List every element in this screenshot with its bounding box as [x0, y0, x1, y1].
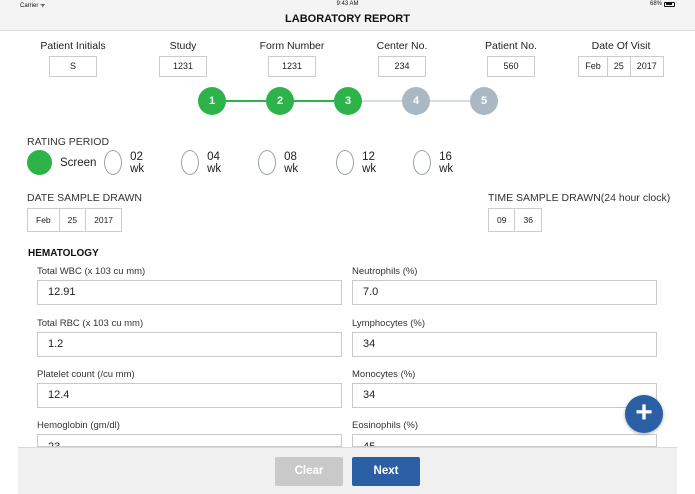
date-of-visit-picker[interactable]: Feb 25 2017 [578, 56, 664, 77]
total-rbc-input[interactable]: 1.2 [37, 332, 342, 357]
neutrophils-input[interactable]: 7.0 [352, 280, 657, 305]
rating-option-12wk[interactable]: 12 wk [336, 150, 383, 175]
step-connector-4 [430, 100, 470, 102]
date-of-visit-group: Date Of Visit Feb 25 2017 [566, 39, 676, 77]
rating-option-02wk[interactable]: 02 wk [104, 150, 151, 175]
study-field[interactable]: 1231 [159, 56, 207, 77]
platelet-count-input[interactable]: 12.4 [37, 383, 342, 408]
form-content: Patient Initials S Study 1231 Form Numbe… [18, 31, 677, 447]
plus-icon: + [635, 396, 653, 429]
rating-option-label: 16 wk [439, 150, 454, 175]
eosinophils-label: Eosinophils (%) [352, 420, 418, 431]
navigation-bar: LABORATORY REPORT [0, 10, 695, 31]
visit-day[interactable]: 25 [606, 57, 630, 76]
form-number-field[interactable]: 1231 [268, 56, 316, 77]
progress-stepper: 1 2 3 4 5 [198, 87, 498, 115]
visit-month[interactable]: Feb [579, 57, 607, 76]
patient-initials-label: Patient Initials [40, 40, 106, 52]
time-sample-label: TIME SAMPLE DRAWN(24 hour clock) [488, 192, 671, 204]
rating-option-label: Screen [60, 156, 97, 169]
status-bar: Carrier ᯤ 9:43 AM 68% [0, 0, 695, 10]
monocytes-input[interactable]: 34 [352, 383, 657, 408]
step-4[interactable]: 4 [402, 87, 430, 115]
date-sample-label: DATE SAMPLE DRAWN [27, 192, 142, 204]
radio-unselected-icon[interactable] [413, 150, 432, 175]
battery-icon [664, 1, 675, 7]
hemoglobin-label: Hemoglobin (gm/dl) [37, 420, 120, 431]
radio-unselected-icon[interactable] [336, 150, 355, 175]
total-rbc-label: Total RBC (x 103 cu mm) [37, 318, 144, 329]
sample-month[interactable]: Feb [28, 209, 59, 231]
form-number-label: Form Number [259, 40, 325, 52]
patient-no-label: Patient No. [485, 40, 537, 52]
next-button[interactable]: Next [352, 457, 420, 486]
platelet-count-label: Platelet count (/cu mm) [37, 369, 135, 380]
sample-hour[interactable]: 09 [489, 209, 514, 231]
study-label: Study [169, 40, 197, 52]
step-1[interactable]: 1 [198, 87, 226, 115]
eosinophils-input[interactable]: 45 [352, 434, 657, 447]
step-2[interactable]: 2 [266, 87, 294, 115]
rating-option-label: 12 wk [362, 150, 377, 175]
patient-initials-field[interactable]: S [49, 56, 97, 77]
clear-button[interactable]: Clear [275, 457, 343, 486]
center-no-field[interactable]: 234 [378, 56, 426, 77]
rating-option-08wk[interactable]: 08 wk [258, 150, 305, 175]
rating-period-label: RATING PERIOD [27, 136, 110, 148]
radio-selected-icon[interactable] [27, 150, 52, 175]
visit-year[interactable]: 2017 [629, 57, 663, 76]
time-sample-picker[interactable]: 09 36 [488, 208, 542, 232]
bottom-action-bar: Clear Next [18, 447, 677, 494]
monocytes-label: Monocytes (%) [352, 369, 416, 380]
clock: 9:43 AM [336, 1, 359, 7]
total-wbc-label: Total WBC (x 103 cu mm) [37, 266, 146, 277]
rating-option-16wk[interactable]: 16 wk [413, 150, 460, 175]
date-sample-picker[interactable]: Feb 25 2017 [27, 208, 123, 232]
lymphocytes-input[interactable]: 34 [352, 332, 657, 357]
step-connector-3 [362, 100, 402, 102]
rating-option-screen[interactable]: Screen [27, 150, 96, 175]
center-no-label: Center No. [376, 40, 428, 52]
battery-status: 68% [650, 1, 675, 7]
rating-option-label: 04 wk [207, 150, 222, 175]
page-title: LABORATORY REPORT [285, 13, 410, 25]
battery-percent: 68% [649, 1, 662, 7]
radio-unselected-icon[interactable] [181, 150, 200, 175]
sample-minute[interactable]: 36 [514, 209, 540, 231]
rating-option-label: 08 wk [284, 150, 299, 175]
neutrophils-label: Neutrophils (%) [352, 266, 418, 277]
rating-option-label: 02 wk [130, 150, 145, 175]
sample-day[interactable]: 25 [58, 209, 85, 231]
step-connector-1 [226, 100, 266, 102]
step-5[interactable]: 5 [470, 87, 498, 115]
patient-no-group: Patient No. 560 [456, 39, 566, 77]
date-of-visit-label: Date Of Visit [591, 40, 651, 52]
add-button[interactable]: + [625, 395, 663, 433]
step-3[interactable]: 3 [334, 87, 362, 115]
step-connector-2 [294, 100, 334, 102]
rating-option-04wk[interactable]: 04 wk [181, 150, 228, 175]
radio-unselected-icon[interactable] [104, 150, 123, 175]
hemoglobin-input[interactable]: 23 [37, 434, 342, 447]
study-group: Study 1231 [128, 39, 238, 77]
center-no-group: Center No. 234 [347, 39, 457, 77]
sample-year[interactable]: 2017 [85, 209, 121, 231]
visit-header: Patient Initials S Study 1231 Form Numbe… [18, 39, 677, 79]
total-wbc-input[interactable]: 12.91 [37, 280, 342, 305]
patient-no-field[interactable]: 560 [487, 56, 535, 77]
form-number-group: Form Number 1231 [237, 39, 347, 77]
hematology-title: HEMATOLOGY [28, 248, 99, 259]
lymphocytes-label: Lymphocytes (%) [352, 318, 426, 329]
radio-unselected-icon[interactable] [258, 150, 277, 175]
patient-initials-group: Patient Initials S [18, 39, 128, 77]
